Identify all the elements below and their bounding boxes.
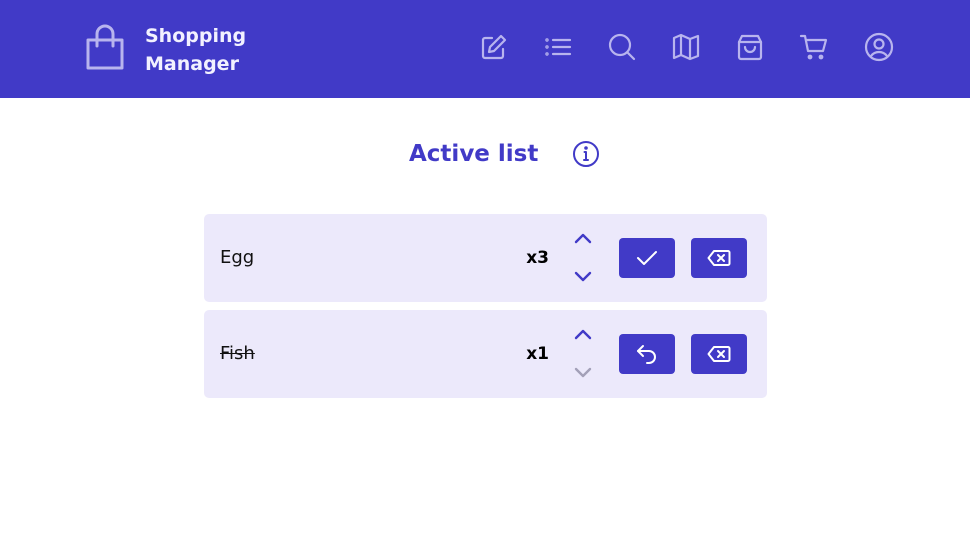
list-item: Egg x3 (204, 214, 767, 302)
delete-item-button[interactable] (691, 334, 747, 374)
nav-edit[interactable] (477, 30, 511, 64)
nav-map[interactable] (669, 30, 703, 64)
info-icon[interactable] (572, 140, 600, 168)
decrement-button-disabled (572, 364, 594, 382)
delete-item-button[interactable] (691, 238, 747, 278)
increment-button[interactable] (572, 229, 594, 247)
decrement-button[interactable] (572, 268, 594, 286)
nav-list[interactable] (541, 30, 575, 64)
nav-shopping-bag[interactable] (733, 30, 767, 64)
chevron-down-icon (574, 271, 592, 282)
item-name: Fish (220, 343, 255, 364)
cart-icon (799, 34, 828, 60)
map-icon (672, 33, 700, 61)
edit-icon (481, 34, 507, 60)
app-title-line2: Manager (145, 53, 239, 75)
increment-button[interactable] (572, 325, 594, 343)
item-quantity: x3 (526, 248, 549, 268)
shopping-bag-logo-icon (86, 24, 124, 70)
nav-search[interactable] (605, 30, 639, 64)
page-title: Active list (409, 141, 539, 167)
list-item: Fish x1 (204, 310, 767, 398)
check-icon (637, 251, 657, 265)
undo-icon (637, 345, 656, 364)
undo-button[interactable] (619, 334, 675, 374)
list-icon (545, 38, 572, 56)
item-quantity: x1 (526, 344, 549, 364)
user-icon (864, 32, 894, 62)
chevron-up-icon (574, 233, 592, 244)
app-header: Shopping Manager (0, 0, 970, 98)
chevron-down-icon (574, 367, 592, 378)
backspace-icon (707, 250, 731, 266)
brand[interactable]: Shopping Manager (84, 24, 246, 75)
chevron-up-icon (574, 329, 592, 340)
shopping-bag-icon (737, 34, 763, 61)
backspace-icon (707, 346, 731, 362)
nav-cart[interactable] (797, 30, 831, 64)
item-name: Egg (220, 247, 255, 268)
search-icon (608, 33, 636, 61)
mark-done-button[interactable] (619, 238, 675, 278)
app-title-line1: Shopping (145, 25, 247, 47)
nav-profile[interactable] (862, 30, 896, 64)
app-title: Shopping Manager (145, 22, 285, 78)
